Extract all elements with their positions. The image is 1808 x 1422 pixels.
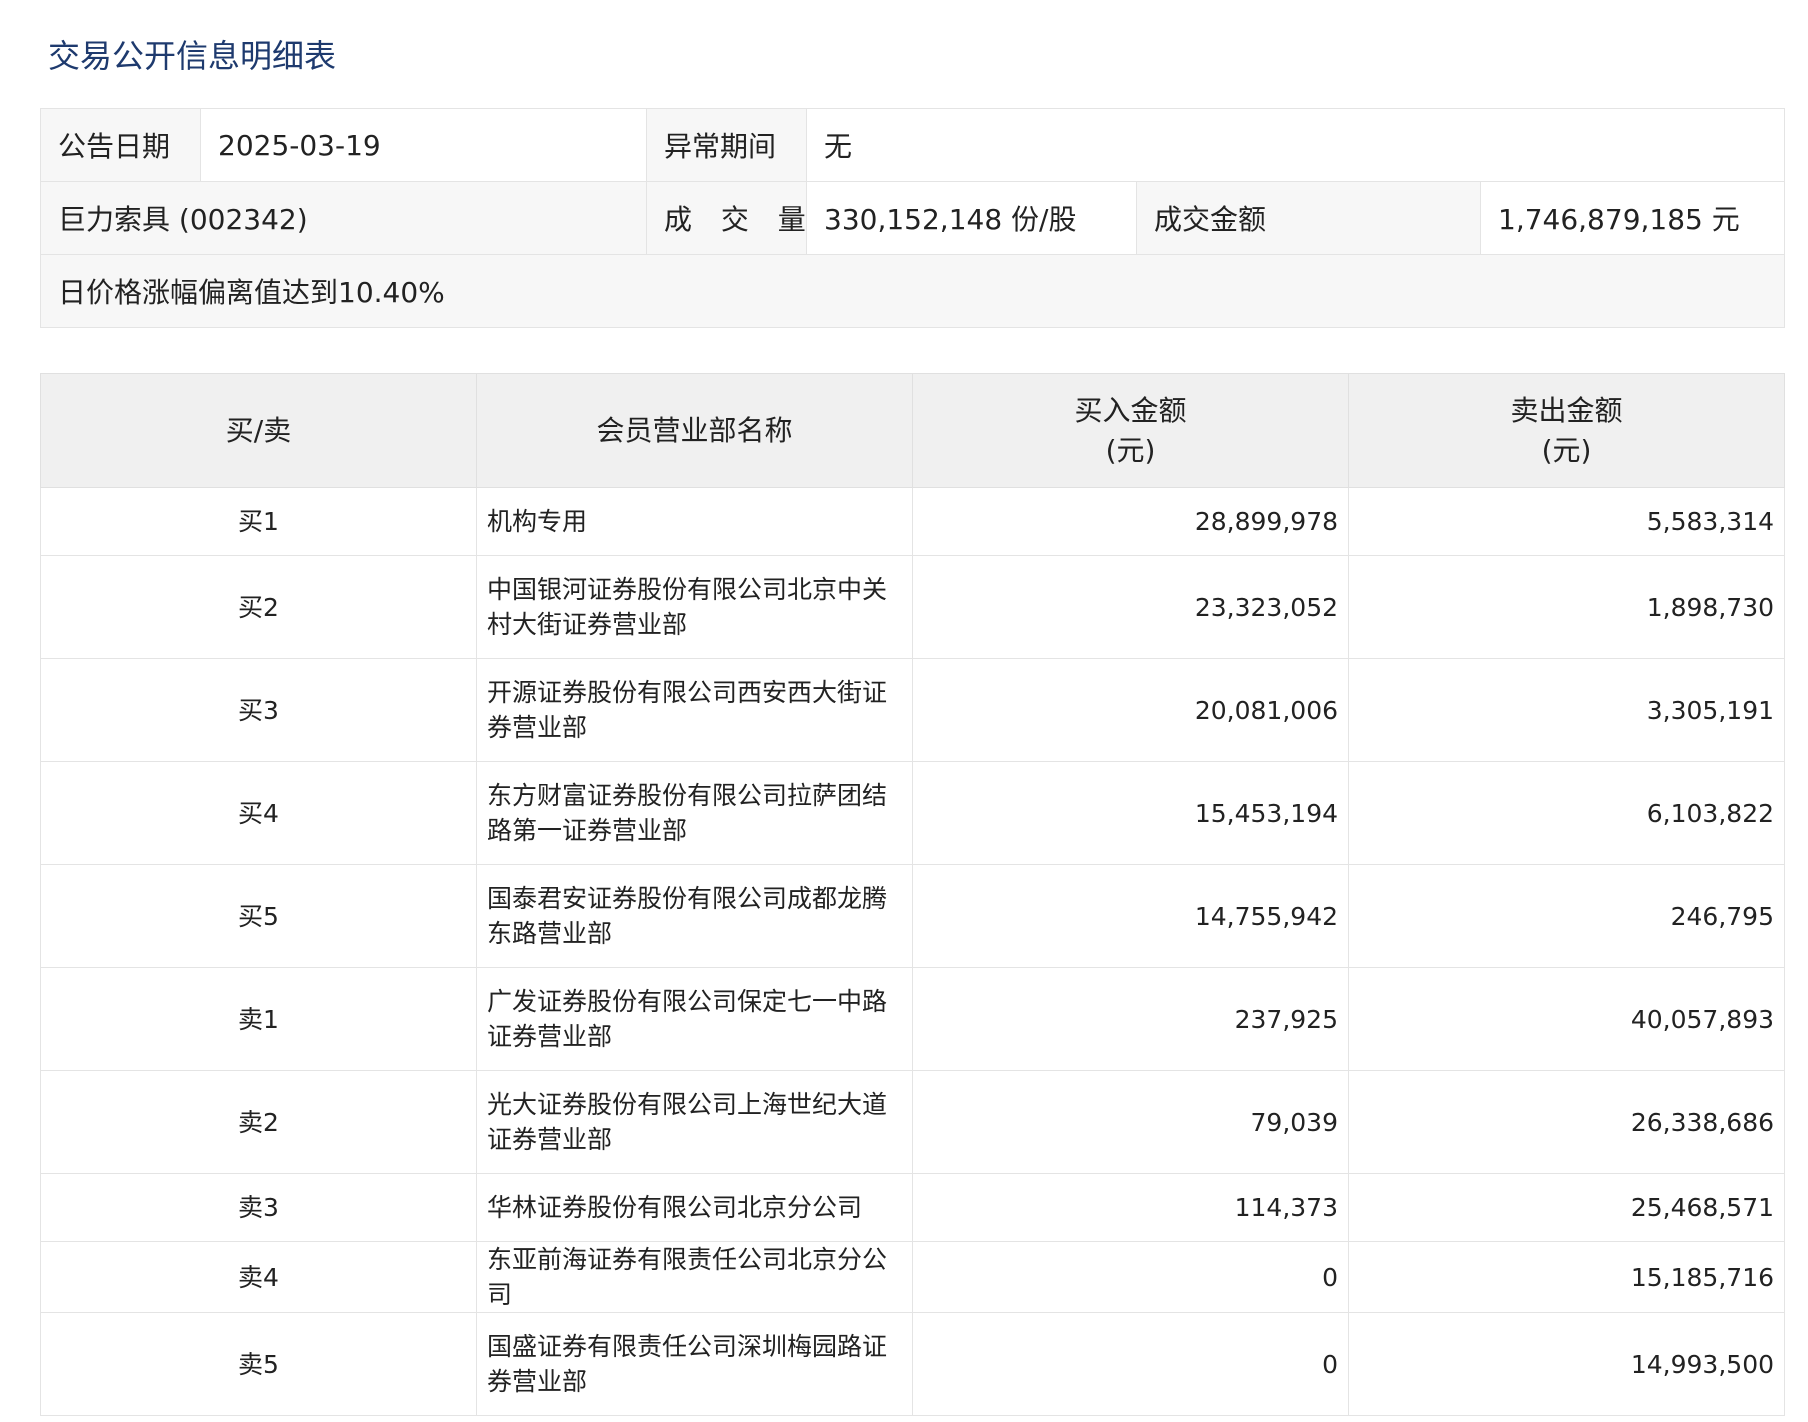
table-row: 卖1 广发证券股份有限公司保定七一中路证券营业部 237,925 40,057,… — [40, 967, 1785, 1071]
row-buy-amount: 23,323,052 — [912, 555, 1349, 659]
page-title: 交易公开信息明细表 — [48, 37, 337, 75]
row-branch-name: 华林证券股份有限公司北京分公司 — [476, 1173, 913, 1242]
trading-detail-table: 买/卖 会员营业部名称 买入金额 (元) 卖出金额 (元) 买1 机构专用 28… — [40, 373, 1785, 1416]
amount-label: 成交金额 — [1136, 181, 1481, 255]
row-sell-amount: 40,057,893 — [1348, 967, 1785, 1071]
header-sell-amount-unit: (元) — [1541, 433, 1592, 467]
row-sell-amount: 3,305,191 — [1348, 658, 1785, 762]
header-buy-amount: 买入金额 (元) — [912, 373, 1349, 488]
table-row: 买4 东方财富证券股份有限公司拉萨团结路第一证券营业部 15,453,194 6… — [40, 761, 1785, 865]
header-sell-amount-label: 卖出金额 — [1510, 393, 1623, 427]
row-branch-name: 中国银河证券股份有限公司北京中关村大街证券营业部 — [476, 555, 913, 659]
row-side: 买1 — [40, 487, 477, 556]
row-side: 卖4 — [40, 1241, 477, 1313]
row-sell-amount: 6,103,822 — [1348, 761, 1785, 865]
header-buy-amount-label: 买入金额 — [1074, 393, 1187, 427]
row-sell-amount: 1,898,730 — [1348, 555, 1785, 659]
row-side: 买2 — [40, 555, 477, 659]
table-row: 买5 国泰君安证券股份有限公司成都龙腾东路营业部 14,755,942 246,… — [40, 864, 1785, 968]
volume-label: 成 交 量 — [646, 181, 807, 255]
header-sell-amount: 卖出金额 (元) — [1348, 373, 1785, 488]
row-side: 卖5 — [40, 1312, 477, 1416]
row-side: 卖2 — [40, 1070, 477, 1174]
row-branch-name: 广发证券股份有限公司保定七一中路证券营业部 — [476, 967, 913, 1071]
header-buy-amount-unit: (元) — [1105, 433, 1156, 467]
row-buy-amount: 114,373 — [912, 1173, 1349, 1242]
header-side: 买/卖 — [40, 373, 477, 488]
row-branch-name: 开源证券股份有限公司西安西大街证券营业部 — [476, 658, 913, 762]
row-sell-amount: 14,993,500 — [1348, 1312, 1785, 1416]
row-branch-name: 东亚前海证券有限责任公司北京分公司 — [476, 1241, 913, 1313]
info-row-reason: 日价格涨幅偏离值达到10.40% — [39, 254, 1786, 328]
row-branch-name: 光大证券股份有限公司上海世纪大道证券营业部 — [476, 1070, 913, 1174]
info-row-date: 公告日期 2025-03-19 异常期间 无 — [40, 108, 1786, 182]
row-sell-amount: 25,468,571 — [1348, 1173, 1785, 1242]
table-row: 卖3 华林证券股份有限公司北京分公司 114,373 25,468,571 — [40, 1173, 1785, 1242]
row-buy-amount: 0 — [912, 1312, 1349, 1416]
row-buy-amount: 79,039 — [912, 1070, 1349, 1174]
table-row: 买3 开源证券股份有限公司西安西大街证券营业部 20,081,006 3,305… — [40, 658, 1785, 762]
info-row-stock: 巨力索具 (002342) 成 交 量 330,152,148 份/股 成交金额… — [40, 181, 1786, 255]
row-side: 买3 — [40, 658, 477, 762]
table-row: 买2 中国银河证券股份有限公司北京中关村大街证券营业部 23,323,052 1… — [40, 555, 1785, 659]
row-buy-amount: 20,081,006 — [912, 658, 1349, 762]
stock-name-label: 巨力索具 (002342) — [40, 181, 647, 255]
row-buy-amount: 15,453,194 — [912, 761, 1349, 865]
summary-info-table: 公告日期 2025-03-19 异常期间 无 巨力索具 (002342) 成 交… — [39, 108, 1786, 328]
volume-value: 330,152,148 份/股 — [806, 181, 1137, 255]
row-sell-amount: 5,583,314 — [1348, 487, 1785, 556]
row-branch-name: 东方财富证券股份有限公司拉萨团结路第一证券营业部 — [476, 761, 913, 865]
abnormal-reason: 日价格涨幅偏离值达到10.40% — [39, 254, 1786, 328]
table-row: 卖2 光大证券股份有限公司上海世纪大道证券营业部 79,039 26,338,6… — [40, 1070, 1785, 1174]
abnormal-period-label: 异常期间 — [646, 108, 807, 182]
announce-date-value: 2025-03-19 — [200, 108, 647, 182]
row-sell-amount: 246,795 — [1348, 864, 1785, 968]
table-row: 卖4 东亚前海证券有限责任公司北京分公司 0 15,185,716 — [40, 1241, 1785, 1313]
page: 交易公开信息明细表 公告日期 2025-03-19 异常期间 无 巨力索具 (0… — [0, 0, 1808, 1422]
row-branch-name: 国泰君安证券股份有限公司成都龙腾东路营业部 — [476, 864, 913, 968]
table-row: 卖5 国盛证券有限责任公司深圳梅园路证券营业部 0 14,993,500 — [40, 1312, 1785, 1416]
row-sell-amount: 15,185,716 — [1348, 1241, 1785, 1313]
row-branch-name: 国盛证券有限责任公司深圳梅园路证券营业部 — [476, 1312, 913, 1416]
row-buy-amount: 14,755,942 — [912, 864, 1349, 968]
row-side: 买5 — [40, 864, 477, 968]
row-sell-amount: 26,338,686 — [1348, 1070, 1785, 1174]
row-side: 卖3 — [40, 1173, 477, 1242]
abnormal-period-value: 无 — [805, 108, 1786, 182]
amount-value: 1,746,879,185 元 — [1479, 181, 1786, 255]
row-branch-name: 机构专用 — [476, 487, 913, 556]
header-branch-name: 会员营业部名称 — [476, 373, 913, 488]
table-row: 买1 机构专用 28,899,978 5,583,314 — [40, 487, 1785, 556]
table-header-row: 买/卖 会员营业部名称 买入金额 (元) 卖出金额 (元) — [40, 373, 1785, 488]
row-side: 卖1 — [40, 967, 477, 1071]
row-buy-amount: 28,899,978 — [912, 487, 1349, 556]
row-buy-amount: 0 — [912, 1241, 1349, 1313]
row-side: 买4 — [40, 761, 477, 865]
announce-date-label: 公告日期 — [40, 108, 201, 182]
row-buy-amount: 237,925 — [912, 967, 1349, 1071]
